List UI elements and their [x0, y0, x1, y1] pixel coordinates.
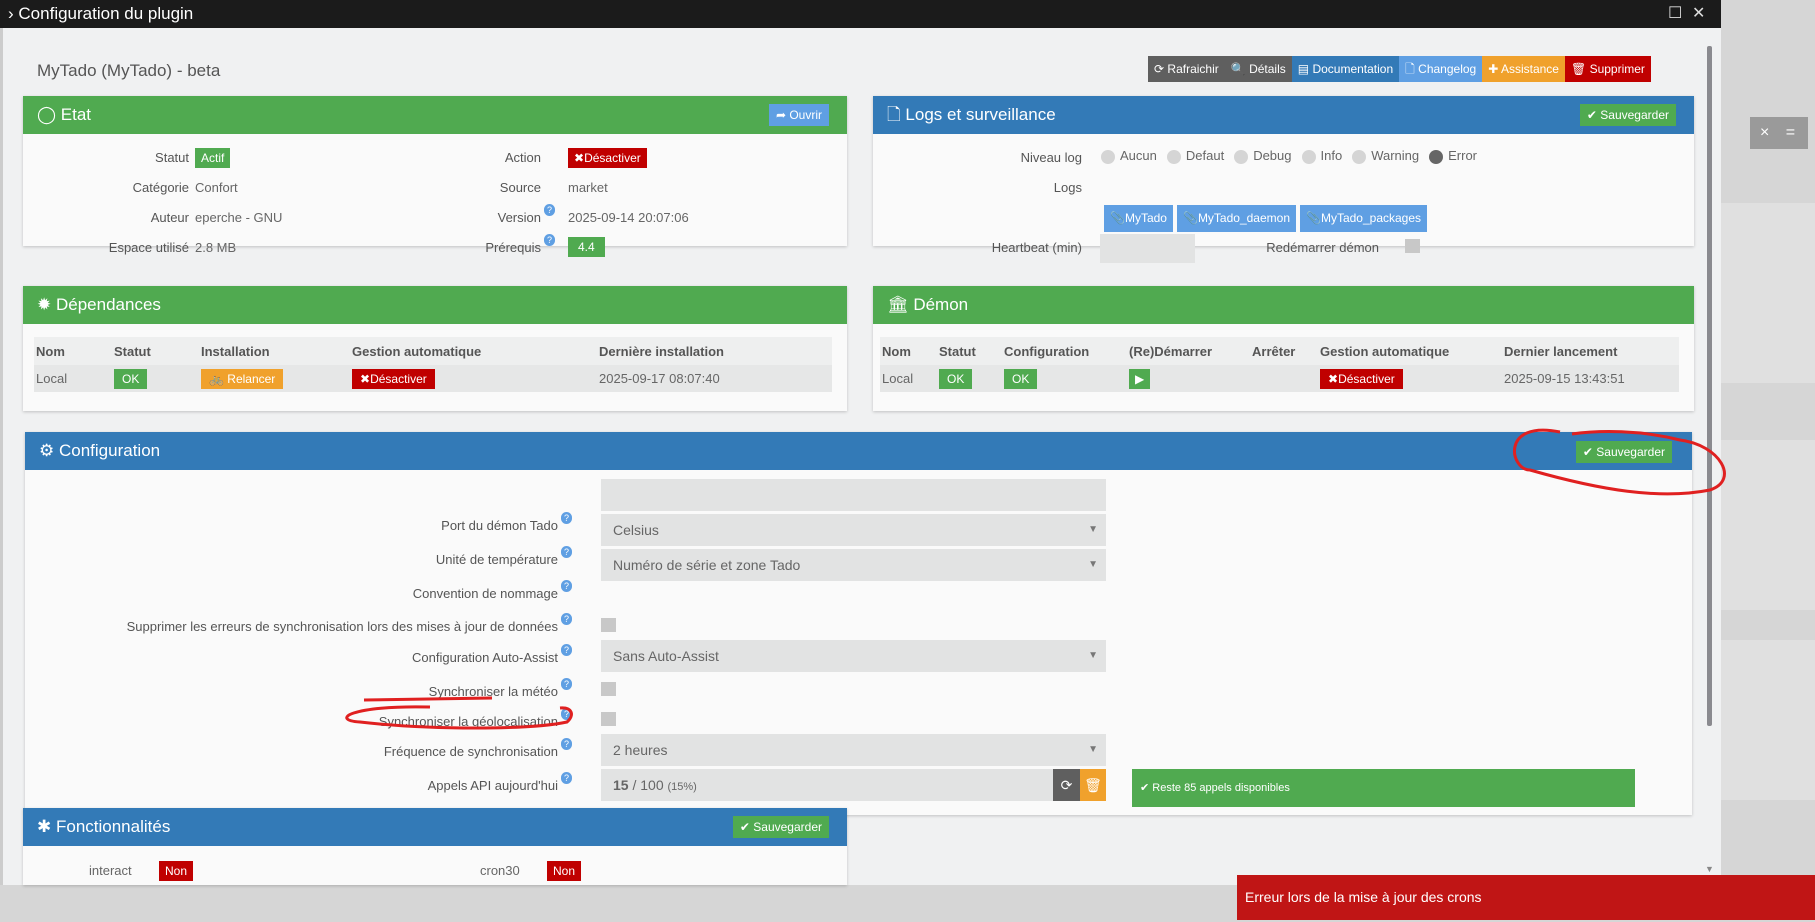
- red-annotations: [345, 428, 1726, 730]
- annotation-ellipse: [1513, 428, 1726, 496]
- annotation-underline: [345, 696, 573, 730]
- error-notification[interactable]: Erreur lors de la mise à jour des crons: [1237, 875, 1815, 920]
